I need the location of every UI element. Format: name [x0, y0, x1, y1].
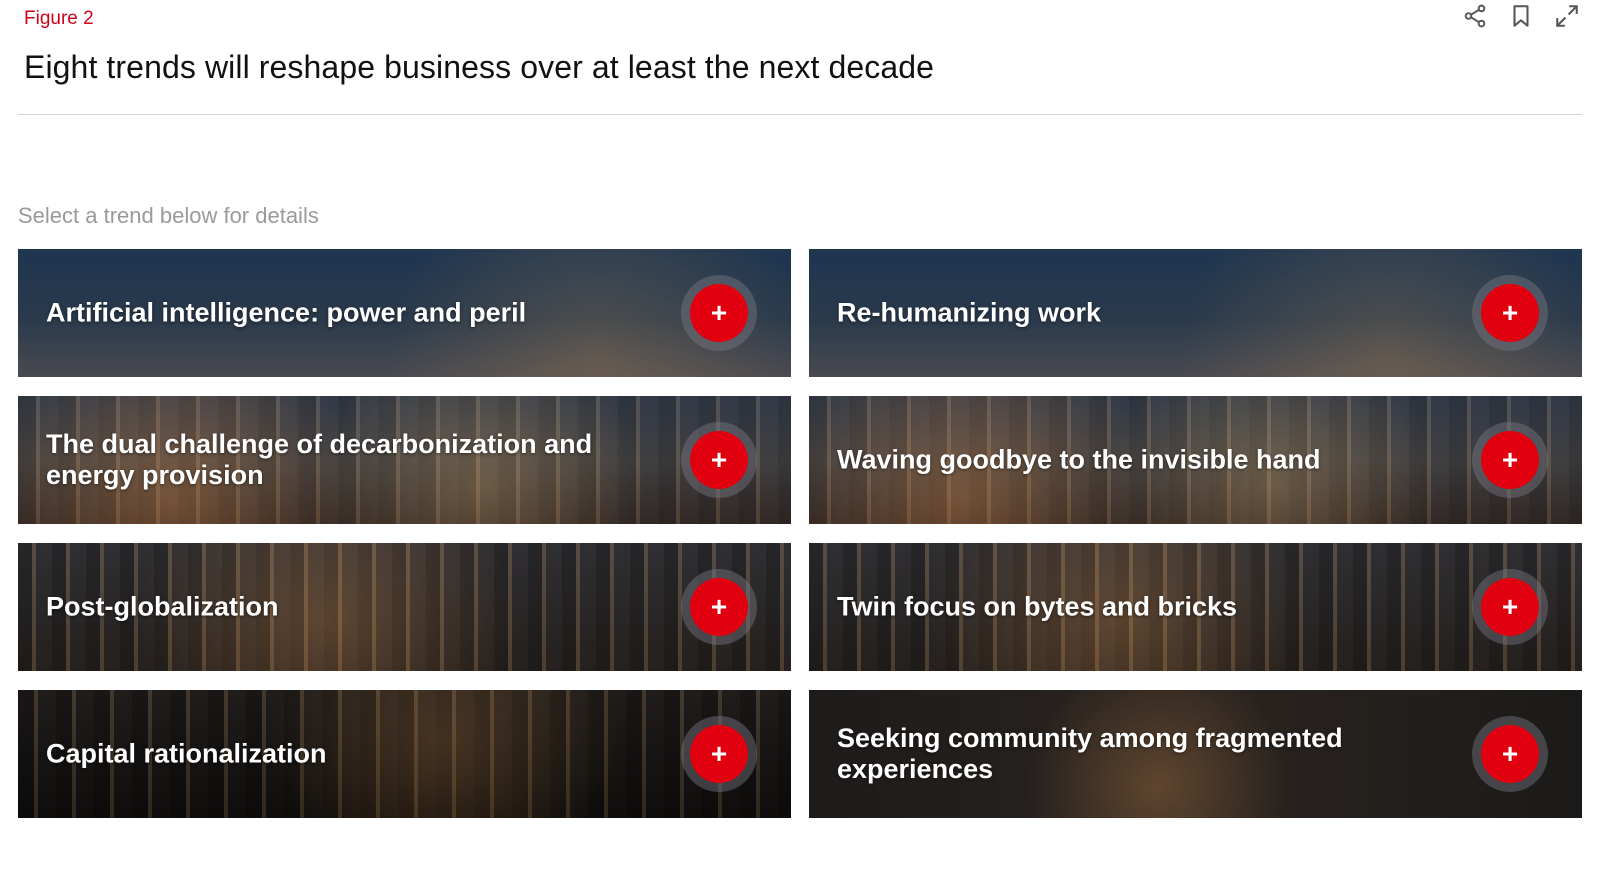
trend-label: The dual challenge of decarbonization an… [46, 429, 593, 490]
trend-card-capital-rationalization[interactable]: Capital rationalization + [18, 690, 791, 818]
plus-button[interactable]: + [1481, 284, 1539, 342]
plus-button[interactable]: + [690, 284, 748, 342]
trend-card-decarbonization[interactable]: The dual challenge of decarbonization an… [18, 396, 791, 524]
trend-card-ai[interactable]: Artificial intelligence: power and peril… [18, 249, 791, 377]
share-button[interactable] [1460, 0, 1490, 32]
trend-grid: Artificial intelligence: power and peril… [18, 249, 1582, 818]
expand-ring: + [681, 569, 757, 645]
plus-button[interactable]: + [690, 578, 748, 636]
trend-label: Artificial intelligence: power and peril [46, 297, 527, 328]
trend-label: Capital rationalization [46, 738, 327, 769]
header-divider [18, 114, 1582, 115]
plus-button[interactable]: + [1481, 578, 1539, 636]
trend-card-invisible-hand[interactable]: Waving goodbye to the invisible hand + [809, 396, 1582, 524]
trend-label: Twin focus on bytes and bricks [837, 591, 1238, 622]
bookmark-icon [1513, 5, 1529, 27]
bookmark-button[interactable] [1506, 0, 1536, 32]
page-title: Eight trends will reshape business over … [24, 49, 935, 85]
plus-button[interactable]: + [1481, 725, 1539, 783]
figure-label: Figure 2 [24, 8, 94, 29]
plus-button[interactable]: + [690, 431, 748, 489]
trend-card-post-globalization[interactable]: Post-globalization + [18, 543, 791, 671]
toolbar [1460, 0, 1582, 32]
expand-ring: + [1472, 716, 1548, 792]
instruction-text: Select a trend below for details [18, 203, 319, 228]
expand-ring: + [681, 275, 757, 351]
expand-ring: + [1472, 569, 1548, 645]
expand-ring: + [1472, 422, 1548, 498]
trend-label: Waving goodbye to the invisible hand [837, 444, 1321, 475]
trend-card-community[interactable]: Seeking community among fragmented exper… [809, 690, 1582, 818]
trend-card-bytes-and-bricks[interactable]: Twin focus on bytes and bricks + [809, 543, 1582, 671]
share-icon [1464, 4, 1486, 28]
expand-button[interactable] [1552, 0, 1582, 32]
plus-button[interactable]: + [1481, 431, 1539, 489]
expand-ring: + [681, 422, 757, 498]
expand-ring: + [1472, 275, 1548, 351]
plus-button[interactable]: + [690, 725, 748, 783]
trend-card-rehumanizing-work[interactable]: Re-humanizing work + [809, 249, 1582, 377]
expand-ring: + [681, 716, 757, 792]
expand-icon [1556, 5, 1578, 27]
trend-label: Seeking community among fragmented exper… [837, 723, 1343, 784]
trend-label: Post-globalization [46, 591, 279, 622]
trend-label: Re-humanizing work [837, 297, 1102, 328]
